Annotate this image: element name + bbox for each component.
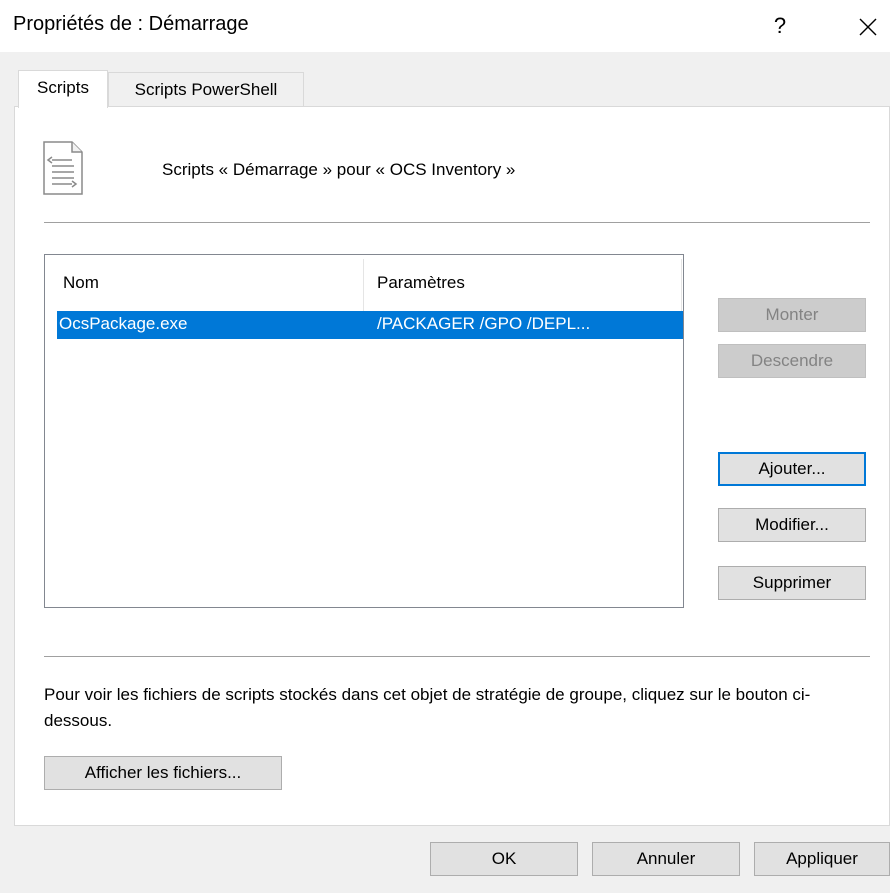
add-button[interactable]: Ajouter... [718, 452, 866, 486]
scripts-list[interactable]: Nom Paramètres OcsPackage.exe /PACKAGER … [44, 254, 684, 608]
column-divider[interactable] [363, 259, 364, 311]
title-bar: Propriétés de : Démarrage ? [0, 0, 890, 52]
move-down-button[interactable]: Descendre [718, 344, 866, 378]
show-files-button[interactable]: Afficher les fichiers... [44, 756, 282, 790]
close-icon [859, 18, 877, 36]
remove-button[interactable]: Supprimer [718, 566, 866, 600]
help-button[interactable]: ? [758, 6, 802, 46]
script-name-cell: OcsPackage.exe [59, 314, 188, 333]
cancel-button[interactable]: Annuler [592, 842, 740, 876]
scripts-heading: Scripts « Démarrage » pour « OCS Invento… [162, 160, 516, 179]
apply-button[interactable]: Appliquer [754, 842, 890, 876]
tab-scripts[interactable]: Scripts [18, 70, 108, 108]
edit-button[interactable]: Modifier... [718, 508, 866, 542]
properties-dialog: Propriétés de : Démarrage ? Scripts Scri… [0, 0, 890, 893]
column-header-nom[interactable]: Nom [63, 273, 99, 293]
ok-button[interactable]: OK [430, 842, 578, 876]
list-item[interactable]: OcsPackage.exe /PACKAGER /GPO /DEPL... [57, 311, 683, 339]
separator-top [44, 222, 870, 223]
column-divider[interactable] [681, 259, 682, 311]
info-text: Pour voir les fichiers de scripts stocké… [44, 685, 811, 730]
tab-scripts-powershell[interactable]: Scripts PowerShell [108, 72, 304, 108]
move-up-button[interactable]: Monter [718, 298, 866, 332]
column-header-parametres[interactable]: Paramètres [377, 273, 465, 293]
script-params-cell: /PACKAGER /GPO /DEPL... [377, 314, 591, 333]
script-file-icon [43, 141, 83, 195]
close-button[interactable] [846, 6, 890, 46]
separator-bottom [44, 656, 870, 657]
window-title: Propriétés de : Démarrage [13, 13, 249, 35]
list-header: Nom Paramètres [45, 255, 683, 311]
